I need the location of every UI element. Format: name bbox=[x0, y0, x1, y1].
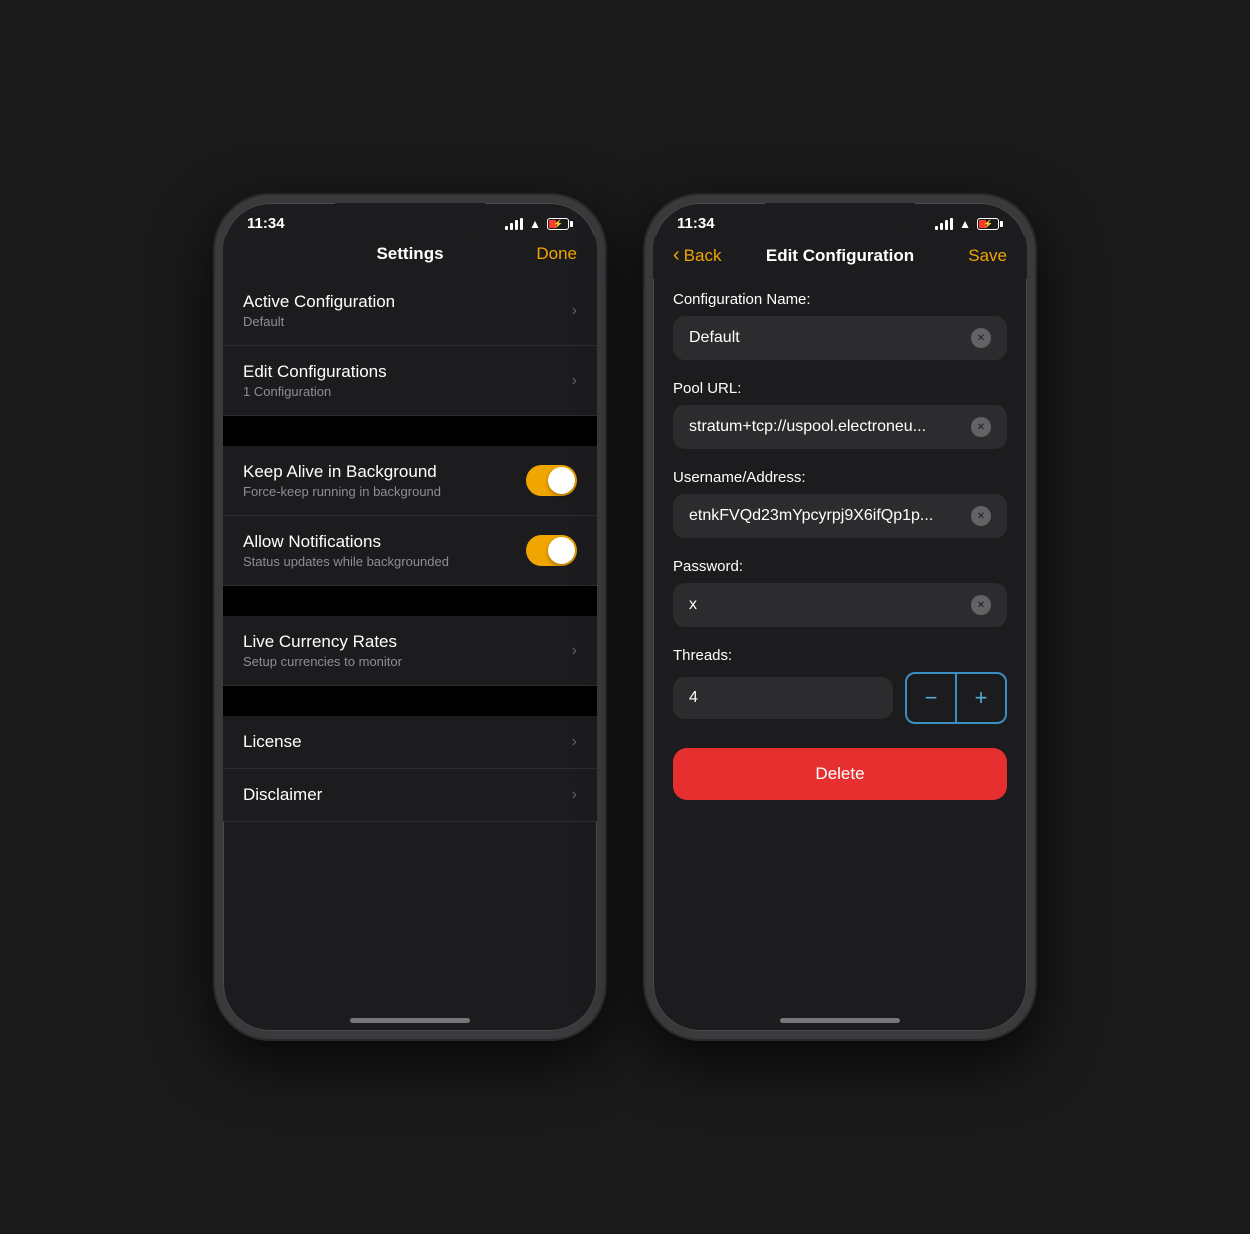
pool-url-input-container[interactable] bbox=[673, 405, 1007, 449]
signal-icon bbox=[505, 218, 523, 230]
active-config-subtitle: Default bbox=[243, 314, 564, 329]
active-configuration-item[interactable]: Active Configuration Default › bbox=[223, 276, 597, 346]
chevron-right-icon: › bbox=[572, 372, 577, 390]
config-name-input-container[interactable] bbox=[673, 316, 1007, 360]
password-label: Password: bbox=[673, 558, 1007, 575]
threads-group: Threads: − + bbox=[653, 635, 1027, 728]
home-indicator bbox=[350, 1018, 470, 1023]
settings-list: Active Configuration Default › Edit Conf… bbox=[223, 276, 597, 822]
delete-button[interactable]: Delete bbox=[673, 748, 1007, 800]
username-group: Username/Address: bbox=[653, 457, 1027, 546]
username-clear-btn[interactable] bbox=[971, 506, 991, 526]
battery-icon-2: ⚡ bbox=[977, 218, 1003, 230]
phone-settings: 11:34 ▲ ⚡ Settings Done bbox=[215, 195, 605, 1039]
keep-alive-title: Keep Alive in Background bbox=[243, 462, 526, 482]
chevron-right-icon: › bbox=[572, 786, 577, 804]
allow-notifications-item: Allow Notifications Status updates while… bbox=[223, 516, 597, 586]
keep-alive-item: Keep Alive in Background Force-keep runn… bbox=[223, 446, 597, 516]
edit-config-subtitle: 1 Configuration bbox=[243, 384, 564, 399]
license-item[interactable]: License › bbox=[223, 716, 597, 769]
signal-icon-2 bbox=[935, 218, 953, 230]
increment-threads-button[interactable]: + bbox=[957, 674, 1005, 722]
done-button[interactable]: Done bbox=[517, 244, 577, 264]
threads-row: − + bbox=[673, 672, 1007, 724]
status-time: 11:34 bbox=[247, 215, 285, 232]
notch bbox=[335, 203, 485, 233]
config-name-clear-btn[interactable] bbox=[971, 328, 991, 348]
license-title: License bbox=[243, 732, 564, 752]
wifi-icon-2: ▲ bbox=[959, 217, 971, 231]
status-icons-2: ▲ ⚡ bbox=[935, 217, 1003, 231]
keep-alive-subtitle: Force-keep running in background bbox=[243, 484, 526, 499]
chevron-right-icon: › bbox=[572, 642, 577, 660]
edit-form: Configuration Name: Pool URL: Username/A… bbox=[653, 279, 1027, 1039]
status-time-2: 11:34 bbox=[677, 215, 715, 232]
config-name-input[interactable] bbox=[689, 329, 971, 347]
delete-button-label: Delete bbox=[815, 764, 864, 783]
live-currency-subtitle: Setup currencies to monitor bbox=[243, 654, 564, 669]
status-icons: ▲ ⚡ bbox=[505, 217, 573, 231]
chevron-right-icon: › bbox=[572, 733, 577, 751]
password-input[interactable] bbox=[689, 596, 971, 614]
keep-alive-toggle[interactable] bbox=[526, 465, 577, 496]
config-name-label: Configuration Name: bbox=[673, 291, 1007, 308]
pool-url-group: Pool URL: bbox=[653, 368, 1027, 457]
decrement-threads-button[interactable]: − bbox=[907, 674, 955, 722]
allow-notifications-toggle[interactable] bbox=[526, 535, 577, 566]
edit-config-title: Edit Configurations bbox=[243, 362, 564, 382]
toggle-knob bbox=[548, 537, 575, 564]
pool-url-clear-btn[interactable] bbox=[971, 417, 991, 437]
settings-title: Settings bbox=[303, 244, 517, 264]
settings-nav-bar: Settings Done bbox=[223, 236, 597, 276]
pool-url-input[interactable] bbox=[689, 418, 971, 436]
notch bbox=[765, 203, 915, 233]
threads-input[interactable] bbox=[689, 689, 877, 707]
separator2 bbox=[223, 586, 597, 616]
toggle-knob bbox=[548, 467, 575, 494]
password-clear-btn[interactable] bbox=[971, 595, 991, 615]
save-button[interactable]: Save bbox=[947, 246, 1007, 266]
password-group: Password: bbox=[653, 546, 1027, 635]
pool-url-label: Pool URL: bbox=[673, 380, 1007, 397]
separator bbox=[223, 416, 597, 446]
battery-icon: ⚡ bbox=[547, 218, 573, 230]
wifi-icon: ▲ bbox=[529, 217, 541, 231]
threads-input-container[interactable] bbox=[673, 677, 893, 719]
disclaimer-item[interactable]: Disclaimer › bbox=[223, 769, 597, 822]
live-currency-title: Live Currency Rates bbox=[243, 632, 564, 652]
edit-config-title: Edit Configuration bbox=[733, 246, 947, 266]
active-config-title: Active Configuration bbox=[243, 292, 564, 312]
edit-config-nav-bar: ‹ Back Edit Configuration Save bbox=[653, 236, 1027, 279]
allow-notifications-title: Allow Notifications bbox=[243, 532, 526, 552]
live-currency-item[interactable]: Live Currency Rates Setup currencies to … bbox=[223, 616, 597, 686]
back-chevron-icon: ‹ bbox=[673, 244, 680, 267]
disclaimer-title: Disclaimer bbox=[243, 785, 564, 805]
username-label: Username/Address: bbox=[673, 469, 1007, 486]
password-input-container[interactable] bbox=[673, 583, 1007, 627]
edit-configurations-item[interactable]: Edit Configurations 1 Configuration › bbox=[223, 346, 597, 416]
config-name-group: Configuration Name: bbox=[653, 279, 1027, 368]
home-indicator-2 bbox=[780, 1018, 900, 1023]
threads-label: Threads: bbox=[673, 647, 1007, 664]
phone-edit-config: 11:34 ▲ ⚡ ‹ Back Edit Configuration bbox=[645, 195, 1035, 1039]
separator3 bbox=[223, 686, 597, 716]
back-button[interactable]: ‹ Back bbox=[673, 244, 733, 267]
username-input[interactable] bbox=[689, 507, 971, 525]
chevron-right-icon: › bbox=[572, 302, 577, 320]
allow-notifications-subtitle: Status updates while backgrounded bbox=[243, 554, 526, 569]
threads-controls: − + bbox=[905, 672, 1007, 724]
username-input-container[interactable] bbox=[673, 494, 1007, 538]
